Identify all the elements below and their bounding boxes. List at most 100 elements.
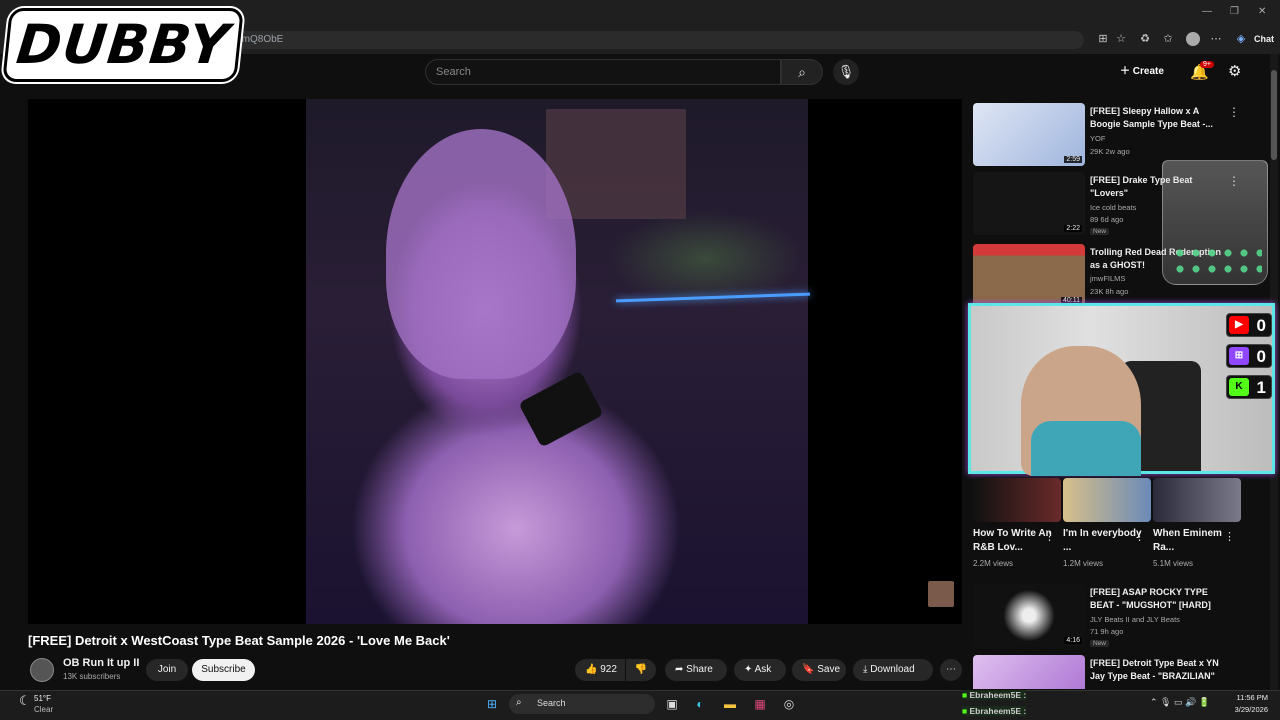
kick-viewer-count: 1	[1256, 378, 1266, 397]
edge-icon[interactable]: ◐	[690, 694, 710, 714]
file-explorer-icon[interactable]: ▬	[720, 694, 740, 714]
kick-viewer-counter: K 1	[1226, 375, 1272, 399]
recommendation-meta: 71 9h ago	[1090, 627, 1124, 636]
ask-label: Ask	[754, 664, 772, 675]
weather-icon[interactable]: ☾	[19, 693, 31, 709]
duration-badge: 2:22	[1064, 225, 1082, 232]
voice-search-button[interactable]: 🎙	[833, 59, 859, 85]
save-button[interactable]: 🔖 Save	[792, 659, 846, 681]
video-thumbnail[interactable]: 2:22	[973, 172, 1085, 235]
close-icon[interactable]: ✕	[1258, 6, 1266, 17]
search-input[interactable]: Search	[425, 59, 781, 85]
recommendation-item[interactable]: [FREE] Detroit Type Beat x YN Jay Type B…	[973, 655, 1268, 689]
more-actions-button[interactable]: ⋯	[940, 659, 962, 681]
share-label: Share	[686, 664, 713, 675]
channel-watermark[interactable]	[928, 581, 954, 607]
share-icon: ➦	[675, 664, 687, 675]
favorites-bar-icon[interactable]: ✩	[1161, 32, 1175, 46]
recommendation-channel[interactable]: YOF	[1090, 134, 1105, 143]
short-views: 2.2M views	[973, 559, 1014, 568]
recommendation-title[interactable]: [FREE] Sleepy Hallow x A Boogie Sample T…	[1090, 105, 1230, 131]
scrollbar-thumb[interactable]	[1271, 70, 1277, 160]
share-button[interactable]: ➦ Share	[665, 659, 727, 681]
chat-text: :	[1023, 690, 1027, 700]
like-count: 922	[600, 664, 617, 675]
download-button[interactable]: ⤓ Download	[853, 659, 933, 681]
kick-small-icon: ■	[962, 706, 970, 716]
recommendation-title[interactable]: [FREE] Detroit Type Beat x YN Jay Type B…	[1090, 657, 1230, 683]
short-title[interactable]: When Eminem Ra...	[1153, 527, 1233, 555]
save-label: Save	[817, 664, 841, 675]
favorite-star-icon[interactable]: ☆	[1114, 32, 1128, 46]
obs-icon[interactable]: ◎	[779, 694, 799, 714]
channel-name[interactable]: OB Run It up II	[63, 657, 139, 669]
create-button[interactable]: ＋ Create	[1120, 62, 1164, 82]
system-tray-icons[interactable]: ⌃ 🎙 ▭ 🔊 🔋	[1150, 697, 1210, 708]
recommendation-meta: 89 6d ago	[1090, 215, 1124, 224]
maximize-icon[interactable]: ❐	[1230, 6, 1239, 17]
recommendation-title[interactable]: [FREE] ASAP ROCKY TYPE BEAT - "MUGSHOT" …	[1090, 586, 1230, 612]
extensions-icon[interactable]: ♻	[1138, 32, 1152, 46]
recommendation-channel[interactable]: Ice cold beats	[1090, 203, 1136, 212]
video-thumbnail[interactable]: 4:16	[973, 584, 1085, 647]
clock-time[interactable]: 11:56 PM	[1222, 693, 1268, 702]
chat-text: :	[1023, 706, 1027, 716]
start-button-icon[interactable]: ⊞	[482, 694, 502, 714]
app-icon[interactable]: ▦	[750, 694, 770, 714]
like-button[interactable]: 👍 922	[575, 659, 625, 681]
copilot-icon[interactable]: ◈	[1234, 32, 1248, 46]
short-thumbnail[interactable]	[1153, 478, 1241, 522]
video-player[interactable]	[28, 99, 962, 624]
twitch-icon: ⊞	[1229, 347, 1249, 365]
short-title[interactable]: I'm In everybody ...	[1063, 527, 1143, 555]
task-view-icon[interactable]: ▣	[662, 694, 682, 714]
stream-logo: DUBBY	[2, 8, 244, 82]
minimize-icon[interactable]: —	[1202, 6, 1212, 17]
recommendation-channel[interactable]: jmwFILMS	[1090, 274, 1125, 283]
video-title: [FREE] Detroit x WestCoast Type Beat Sam…	[28, 633, 450, 648]
create-label: Create	[1132, 66, 1164, 77]
video-thumbnail[interactable]: 40:11	[973, 244, 1085, 307]
short-thumbnail[interactable]	[1063, 478, 1151, 522]
search-button[interactable]: ⌕	[781, 59, 823, 85]
recommendation-channel[interactable]: JLY Beats II and JLY Beats	[1090, 615, 1180, 624]
youtube-viewer-count: 0	[1256, 316, 1266, 335]
more-options-icon[interactable]: ⋮	[1134, 530, 1145, 543]
download-label: Download	[870, 664, 915, 675]
kick-icon: K	[1229, 378, 1249, 396]
subscribe-button[interactable]: Subscribe	[192, 659, 255, 681]
menu-dots-icon[interactable]: ⋯	[1209, 32, 1223, 46]
profile-icon[interactable]	[1186, 32, 1200, 46]
weather-temperature[interactable]: 51°F	[34, 694, 51, 703]
settings-icon[interactable]: ⚙	[1228, 62, 1241, 80]
new-badge: New	[1090, 640, 1110, 647]
plus-icon: ＋	[1120, 66, 1133, 77]
chat-button[interactable]: Chat	[1254, 34, 1274, 44]
recommendation-item[interactable]: 4:16 [FREE] ASAP ROCKY TYPE BEAT - "MUGS…	[973, 584, 1268, 648]
youtube-viewer-counter: ▶ 0	[1226, 313, 1272, 337]
thumbs-down-icon: 👎	[634, 664, 648, 675]
video-thumbnail[interactable]: 2:59	[973, 103, 1085, 166]
video-thumbnail[interactable]	[973, 655, 1085, 689]
clock-date[interactable]: 3/29/2026	[1222, 705, 1268, 714]
notification-count-badge: 9+	[1200, 61, 1214, 68]
dislike-button[interactable]: 👎	[626, 659, 656, 681]
join-button[interactable]: Join	[146, 659, 188, 681]
short-thumbnail[interactable]	[973, 478, 1061, 522]
address-bar[interactable]: JPmQ8ObE	[222, 31, 1084, 49]
chat-message: ■ Ebraheem5E :	[962, 690, 1027, 700]
search-icon: ⌕	[516, 697, 522, 708]
channel-avatar[interactable]	[30, 658, 54, 682]
video-neon-light	[616, 292, 810, 303]
more-dots-icon: ⋯	[946, 664, 956, 675]
twitch-viewer-counter: ⊞ 0	[1226, 344, 1272, 368]
short-title[interactable]: How To Write An R&B Lov...	[973, 527, 1053, 555]
split-view-icon[interactable]: ⊞	[1096, 32, 1110, 46]
more-options-icon[interactable]: ⋮	[1224, 530, 1235, 543]
more-options-icon[interactable]: ⋮	[1044, 530, 1055, 543]
recommendation-item[interactable]: 2:59 [FREE] Sleepy Hallow x A Boogie Sam…	[973, 103, 1268, 167]
thumbs-up-icon: 👍	[585, 664, 601, 675]
ask-button[interactable]: ✦ Ask	[734, 659, 786, 681]
more-options-icon[interactable]: ⋮	[1228, 105, 1240, 119]
taskbar-search[interactable]: Search	[509, 694, 655, 714]
